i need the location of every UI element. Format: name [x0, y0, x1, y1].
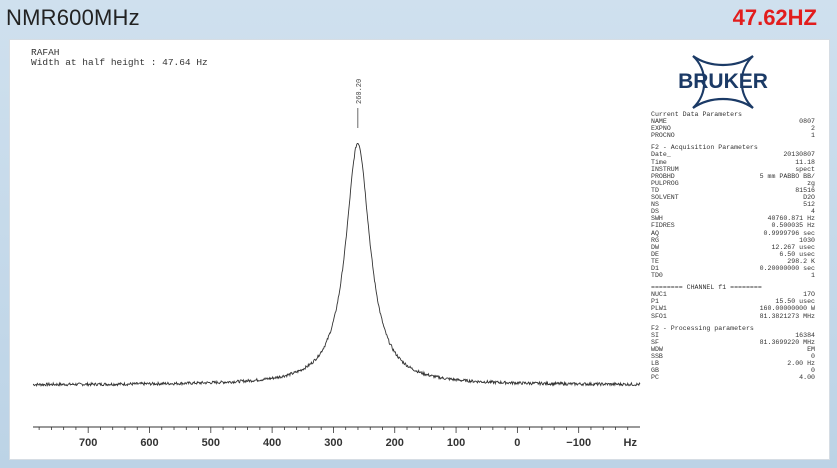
x-tick-label: 100: [447, 437, 465, 449]
x-tick-label: −100: [566, 437, 591, 449]
x-tick-label: 700: [79, 437, 97, 449]
header-bar: NMR600MHz 47.62HZ: [0, 0, 837, 38]
spectrum-panel: RAFAH Width at half height : 47.64 Hz BR…: [9, 39, 830, 460]
x-tick-label: 300: [324, 437, 342, 449]
spectrum-plot: 260.20 700 600 500 400 300 200 100 0 −100 Hz: [32, 79, 641, 449]
x-tick-label: 200: [386, 437, 404, 449]
x-tick-label: 500: [202, 437, 220, 449]
x-tick-label: 400: [263, 437, 281, 449]
linewidth-title: 47.62HZ: [732, 5, 817, 30]
x-tick-label: 600: [140, 437, 158, 449]
instrument-title: NMR600MHz: [6, 5, 140, 30]
spectrum-trace: [32, 142, 641, 387]
x-axis-unit: Hz: [624, 437, 638, 449]
peak-label: 260.20: [356, 79, 364, 104]
x-tick-label: 0: [514, 437, 520, 449]
